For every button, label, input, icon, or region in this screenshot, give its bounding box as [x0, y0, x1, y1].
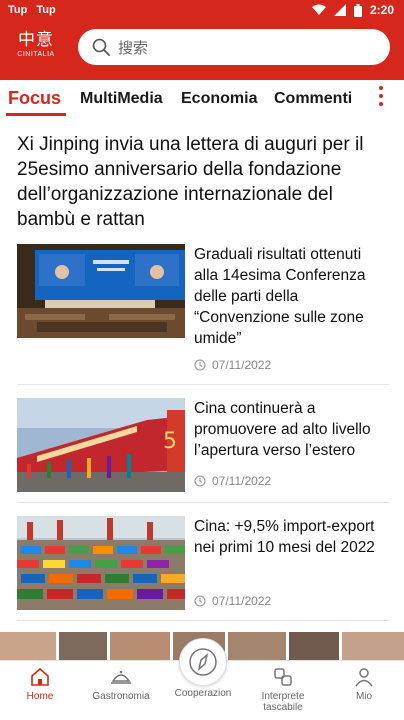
divider — [17, 502, 389, 503]
article-date: 07/11/2022 — [212, 594, 272, 608]
cooperazione-button[interactable] — [179, 638, 227, 686]
active-tab-indicator — [6, 113, 66, 116]
nav-gastronomia[interactable]: Gastronomia — [81, 667, 161, 702]
nav-interprete[interactable]: Interprete tascabile — [243, 667, 323, 713]
video-thumbnail[interactable] — [110, 632, 170, 662]
article-date: 07/11/2022 — [212, 358, 272, 372]
dish-icon — [111, 670, 131, 684]
video-thumbnail[interactable] — [228, 632, 286, 662]
app-logo[interactable]: 中意 CINITALIA — [14, 30, 58, 66]
article-date: 07/11/2022 — [212, 474, 272, 488]
search-icon — [92, 38, 110, 56]
clock-icon — [194, 595, 206, 607]
divider — [17, 620, 389, 621]
notification-label: Tup — [36, 4, 56, 16]
article-thumbnail: 5 — [17, 398, 185, 492]
video-thumbnail[interactable] — [342, 632, 404, 662]
tab-focus[interactable]: Focus — [8, 88, 61, 109]
nav-label: Mio — [355, 691, 373, 702]
article-title: Cina continuerà a promuovere ad alto liv… — [194, 400, 371, 459]
article-title: Graduali risultati ottenuti alla 14esima… — [194, 246, 366, 347]
home-icon — [31, 667, 49, 686]
battery-icon — [353, 3, 362, 17]
clock-icon — [194, 475, 206, 487]
nav-label: Home — [26, 691, 54, 702]
tab-economia[interactable]: Economia — [181, 90, 257, 108]
video-thumbnail[interactable] — [59, 632, 107, 662]
tab-commenti[interactable]: Commenti — [274, 90, 352, 108]
more-tabs-icon[interactable] — [378, 86, 384, 110]
list-item[interactable]: Cina: +9,5% import-export nei primi 10 m… — [17, 516, 389, 626]
user-icon — [355, 668, 373, 687]
svg-text:5: 5 — [163, 429, 177, 454]
status-notifications: Tup Tup — [8, 4, 62, 16]
nav-label: Gastronomia — [92, 691, 150, 702]
article-meta: 07/11/2022 — [194, 358, 271, 372]
status-bar: Tup Tup 2:20 — [0, 0, 404, 22]
compass-icon — [189, 648, 217, 676]
video-thumbnail[interactable] — [289, 632, 339, 662]
wifi-icon — [311, 4, 326, 15]
article-meta: 07/11/2022 — [194, 594, 271, 608]
status-right: 2:20 — [311, 3, 394, 17]
nav-label-cooperazione: Cooperazion — [174, 688, 232, 699]
nav-home[interactable]: Home — [0, 667, 80, 702]
nav-label: Interprete tascabile — [261, 691, 305, 713]
tab-multimedia[interactable]: MultiMedia — [80, 90, 163, 108]
search-bar[interactable]: 搜索 — [78, 29, 390, 65]
video-thumbnail[interactable] — [0, 632, 56, 662]
search-placeholder: 搜索 — [118, 38, 149, 57]
category-tabs: Focus MultiMedia Economia Commenti — [0, 80, 404, 118]
cellular-icon — [333, 4, 346, 16]
clock: 2:20 — [369, 3, 394, 17]
notification-label: Tup — [8, 4, 28, 16]
list-item[interactable]: 5 Cina continuerà a promuovere ad alto l… — [17, 398, 389, 508]
translate-icon — [274, 668, 292, 686]
headline-article[interactable]: Xi Jinping invia una lettera di auguri p… — [17, 132, 389, 232]
app-header: Tup Tup 2:20 中意 CINITALIA 搜索 — [0, 0, 404, 80]
article-thumbnail — [17, 516, 185, 610]
logo-latin: CINITALIA — [17, 51, 55, 58]
nav-mio[interactable]: Mio — [324, 667, 404, 702]
article-thumbnail — [17, 244, 185, 338]
logo-chinese: 中意 — [18, 30, 54, 50]
article-meta: 07/11/2022 — [194, 474, 271, 488]
list-item[interactable]: Graduali risultati ottenuti alla 14esima… — [17, 244, 389, 372]
divider — [17, 384, 389, 385]
clock-icon — [194, 359, 206, 371]
article-title: Cina: +9,5% import-export nei primi 10 m… — [194, 518, 375, 556]
